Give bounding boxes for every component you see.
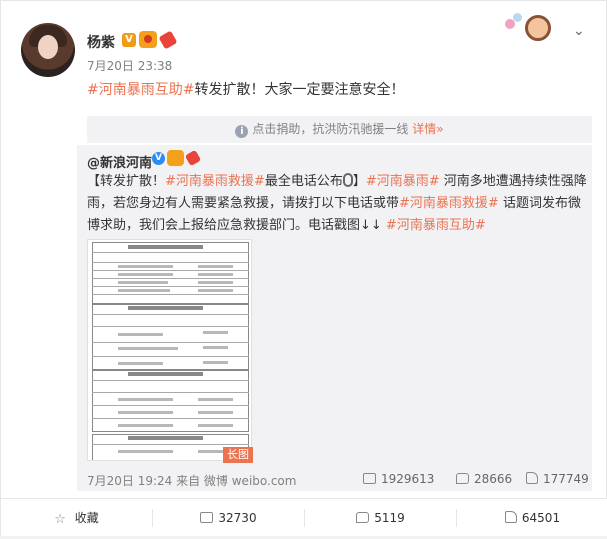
like-button[interactable]: 64501	[457, 499, 607, 537]
weibo-post-card: 杨紫 V 7月20日 23:38 ⌄ #河南暴雨互助#转发扩散！大家一定要注意安…	[0, 0, 607, 536]
long-image-thumbnail[interactable]	[87, 239, 252, 461]
text-segment: 【转发扩散！	[87, 174, 166, 189]
repost-icon	[363, 473, 376, 484]
microphone-icon	[342, 173, 353, 187]
card-decoration-icon	[503, 9, 553, 49]
verified-badge-icon: V	[152, 152, 165, 165]
text-segment: 最全电话公布	[264, 174, 343, 189]
favorite-label: 收藏	[74, 511, 99, 525]
original-comment-count[interactable]: 28666	[456, 472, 512, 486]
repost-icon	[200, 512, 214, 523]
original-text: 【转发扩散！#河南暴雨救援#最全电话公布 】#河南暴雨# 河南多地遭遇持续性强降雨…	[87, 171, 587, 237]
original-like-count[interactable]: 177749	[526, 472, 589, 486]
original-author[interactable]: @新浪河南	[87, 152, 152, 171]
member-badge-icon	[139, 31, 157, 48]
count: 1929613	[381, 472, 435, 486]
text-segment: 】	[352, 174, 366, 189]
notice-detail-link[interactable]: 详情»	[412, 122, 443, 136]
count: 28666	[474, 472, 513, 486]
thumbs-up-icon	[526, 472, 538, 484]
action-bar: ☆ 收藏 32730 5119 64501	[1, 498, 607, 536]
like-count: 64501	[521, 511, 561, 525]
hashtag-link[interactable]: #河南暴雨#	[366, 174, 440, 189]
favorite-button[interactable]: ☆ 收藏	[1, 499, 152, 537]
comment-count: 5119	[374, 511, 405, 525]
hashtag-link[interactable]: #河南暴雨互助#	[386, 218, 486, 233]
original-repost-count[interactable]: 1929613	[363, 472, 434, 486]
hashtag-link[interactable]: #河南暴雨互助#	[87, 82, 194, 98]
thumbs-up-icon	[504, 511, 517, 523]
comment-button[interactable]: 5119	[305, 499, 456, 537]
repost-count: 32730	[218, 511, 257, 525]
donation-notice[interactable]: i 点击捐助，抗洪防汛驰援一线 详情»	[87, 116, 592, 143]
post-text: #河南暴雨互助#转发扩散！大家一定要注意安全！	[87, 79, 404, 99]
verified-badge-icon: V	[122, 33, 136, 47]
member-badge-icon	[167, 150, 184, 166]
info-icon: i	[235, 125, 249, 138]
post-body: 转发扩散！大家一定要注意安全！	[194, 82, 405, 98]
hashtag-link[interactable]: #河南暴雨救援#	[165, 174, 265, 189]
chevron-down-icon[interactable]: ⌄	[573, 23, 585, 39]
hashtag-link[interactable]: #河南暴雨救援#	[399, 196, 499, 211]
avatar[interactable]	[21, 23, 75, 77]
username[interactable]: 杨紫	[87, 32, 115, 52]
comment-icon	[456, 473, 469, 484]
original-post-meta[interactable]: 7月20日 19:24 来自 微博 weibo.com	[87, 472, 296, 489]
long-image-badge: 长图	[223, 447, 253, 463]
notice-text: 点击捐助，抗洪防汛驰援一线	[252, 122, 409, 136]
count: 177749	[543, 472, 589, 486]
star-icon: ☆	[54, 512, 66, 527]
post-time[interactable]: 7月20日 23:38	[87, 57, 172, 74]
comment-icon	[356, 512, 370, 523]
repost-button[interactable]: 32730	[153, 499, 304, 537]
fan-badge-icon	[158, 30, 178, 50]
